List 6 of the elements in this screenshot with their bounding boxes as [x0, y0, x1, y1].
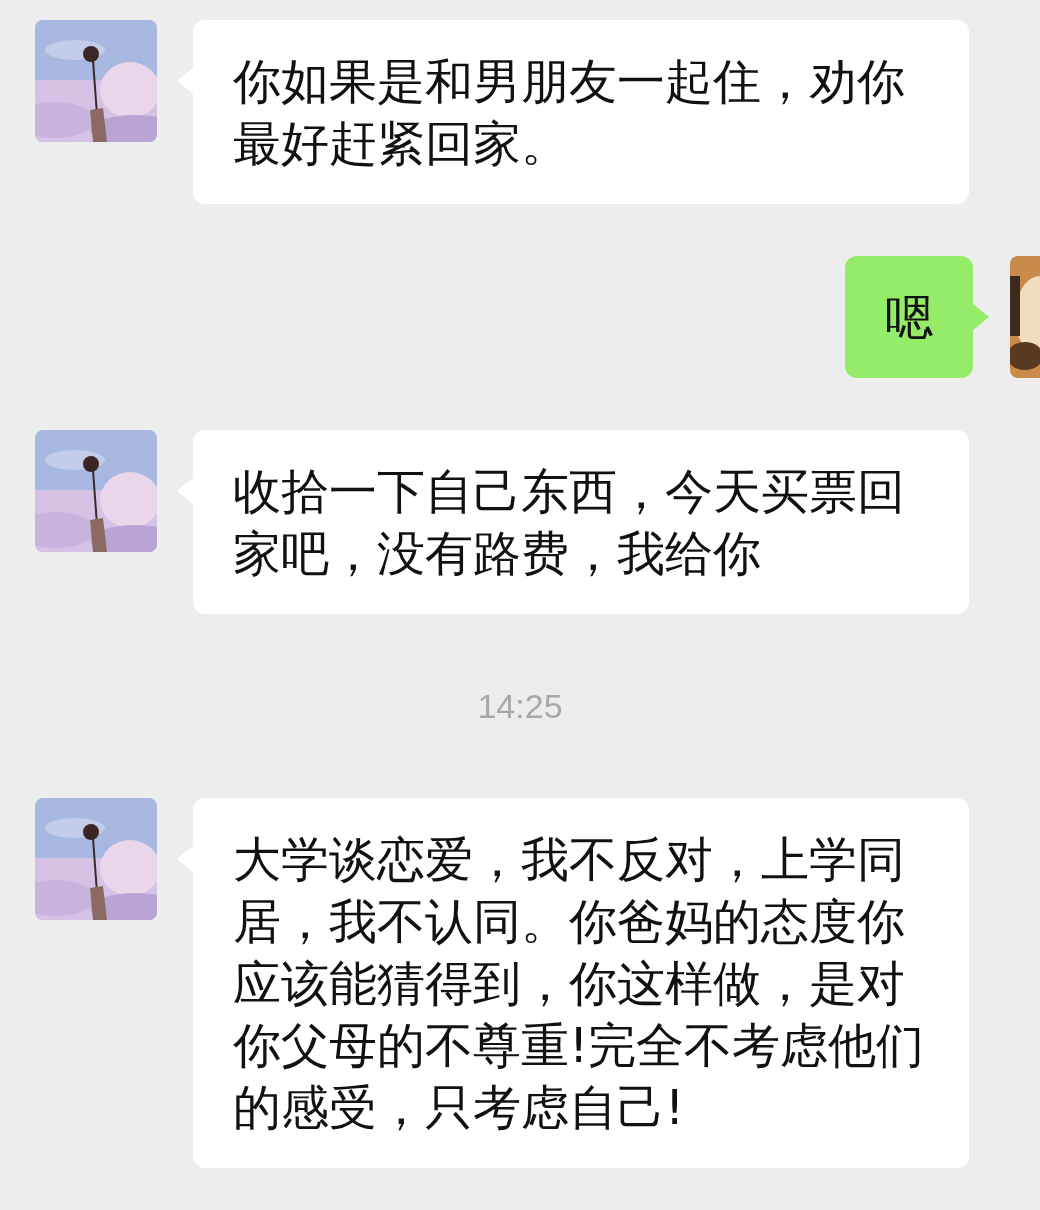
message-text: 你如果是和男朋友一起住，劝你最好赶紧回家。: [193, 20, 969, 204]
bubble-tail: [973, 304, 989, 330]
message-text: 嗯: [845, 256, 973, 378]
message-text: 收拾一下自己东西，今天买票回家吧，没有路费，我给你: [193, 430, 969, 614]
message-text: 大学谈恋爱，我不反对，上学同居，我不认同。你爸妈的态度你应该能猜得到，你这样做，是对你父母的不尊重!完全不考虑他们的感受，只考虑自己!: [193, 798, 969, 1168]
timestamp: 14:25: [477, 685, 563, 727]
